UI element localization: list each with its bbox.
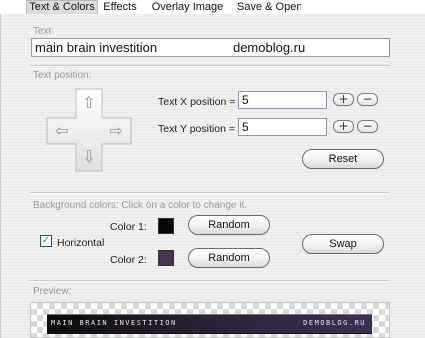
y-decrease-button[interactable]: − (357, 120, 378, 133)
background-colors-label: Background colors: Click on a color to c… (33, 200, 247, 211)
tab-effects[interactable]: Effects (100, 0, 140, 14)
banner-left-text: MAIN BRAIN INVESTITION (51, 319, 177, 327)
divider (30, 65, 390, 67)
text-section-label: Text: (33, 26, 55, 37)
swap-button[interactable]: Swap (302, 234, 384, 254)
text-position-label: Text position: (33, 70, 92, 81)
x-increase-button[interactable]: + (333, 93, 354, 106)
color-1-label: Color 1: (110, 221, 147, 233)
random-color-1-button[interactable]: Random (188, 215, 270, 235)
text-y-position-input[interactable]: 5 (238, 118, 327, 136)
move-left-button[interactable]: ⇦ (48, 118, 76, 144)
arrow-up-icon: ⇧ (82, 93, 96, 112)
text-input[interactable]: main brain investition demoblog.ru (31, 38, 390, 57)
banner-right-text: DEMOBLOG.RU (303, 319, 366, 327)
text-x-position-input[interactable]: 5 (238, 91, 327, 109)
tab-save-open[interactable]: Save & Open (236, 0, 302, 14)
x-decrease-button[interactable]: − (357, 93, 378, 106)
preview-banner: MAIN BRAIN INVESTITION DEMOBLOG.RU (47, 314, 372, 334)
arrow-down-icon: ⇩ (82, 147, 96, 166)
move-down-button[interactable]: ⇩ (76, 144, 102, 170)
horizontal-label: Horizontal (57, 237, 105, 249)
tab-text-colors[interactable]: Text & Colors (26, 0, 98, 14)
color-1-swatch[interactable] (158, 218, 174, 234)
divider (30, 192, 390, 194)
preview-label: Preview: (33, 286, 72, 297)
divider (30, 280, 390, 282)
move-up-button[interactable]: ⇧ (76, 90, 102, 116)
reset-button[interactable]: Reset (302, 149, 384, 169)
random-color-2-button[interactable]: Random (188, 248, 270, 268)
text-y-position-label: Text Y position = (158, 123, 235, 135)
color-2-swatch[interactable] (158, 250, 174, 266)
text-x-position-label: Text X position = (158, 96, 236, 108)
color-2-label: Color 2: (110, 254, 147, 266)
tab-overlay-image[interactable]: Overlay Image (150, 0, 225, 14)
move-right-button[interactable]: ⇨ (102, 118, 130, 144)
horizontal-checkbox[interactable]: ✓ (40, 235, 52, 247)
arrow-right-icon: ⇨ (109, 121, 123, 140)
arrow-left-icon: ⇦ (55, 121, 69, 140)
y-increase-button[interactable]: + (333, 120, 354, 133)
